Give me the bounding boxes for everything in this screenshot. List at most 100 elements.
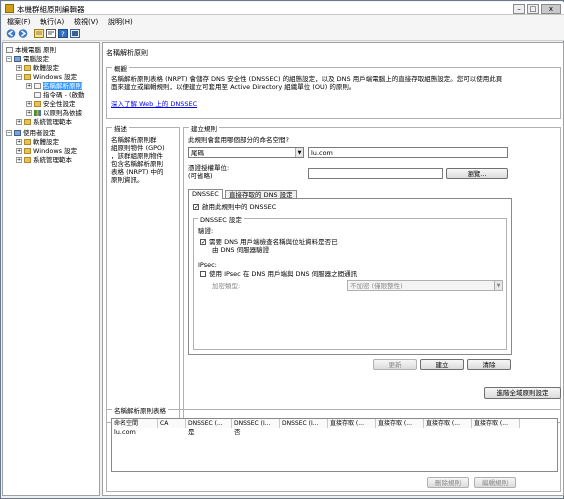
tree-item-u-software[interactable]: + 軟體設定 — [16, 138, 59, 147]
enable-dnssec-checkbox[interactable]: ✓ 啟用此規則中的 DNSSEC — [193, 203, 276, 211]
svg-text:?: ? — [61, 31, 65, 39]
expand-icon[interactable]: + — [26, 110, 32, 116]
delete-rule-button[interactable]: 刪除規則 — [427, 477, 469, 488]
namespace-type-select[interactable]: 尾碼 ▼ — [188, 147, 304, 158]
require-validation-line-2: 由 DNS 伺服器驗證 — [212, 246, 270, 254]
app-window: 本機群組原則編輯器 – □ x 檔案(F) 執行(A) 檢視(V) 說明(H) … — [0, 0, 564, 499]
console-icon[interactable] — [70, 29, 80, 38]
nrpt-icon — [34, 83, 41, 89]
cell-namespace: lu.com — [114, 428, 136, 436]
browse-button[interactable]: 瀏覽... — [446, 168, 508, 179]
properties-icon[interactable] — [46, 29, 56, 38]
advanced-global-settings-button[interactable]: 進階全域原則設定 — [484, 387, 561, 399]
description-legend: 描述 — [112, 123, 129, 133]
tree-item-u-windows[interactable]: + Windows 設定 — [16, 147, 77, 156]
show-tree-icon[interactable] — [34, 29, 44, 38]
checkbox-icon — [200, 271, 206, 277]
expand-icon[interactable]: + — [16, 139, 22, 145]
toolbar: ? — [2, 27, 564, 41]
folder-icon — [24, 65, 31, 71]
folder-icon — [34, 101, 41, 107]
column-header[interactable]: 命名空間 — [112, 419, 158, 428]
tree-item-root[interactable]: 本機電腦 原則 — [6, 46, 56, 55]
cert-authority-input[interactable] — [308, 168, 443, 179]
tree-item-c-software[interactable]: + 軟體設定 — [16, 64, 59, 73]
column-header[interactable]: CA — [158, 419, 186, 428]
expand-icon[interactable]: + — [16, 148, 22, 154]
description-line: ，該群組原則物件 — [111, 152, 163, 160]
description-line: 組原則物件 (GPO) — [111, 144, 165, 152]
column-header[interactable]: 直接存取 (... — [424, 419, 472, 428]
user-icon — [14, 130, 21, 136]
forward-arrow-icon[interactable] — [18, 29, 28, 38]
table-row[interactable]: lu.com 是 否 — [112, 428, 557, 437]
tree-item-c-windows[interactable]: − Windows 設定 — [16, 73, 77, 82]
cert-authority-label: 憑證授權單位: — [188, 164, 230, 172]
overview-line-1: 名稱解析原則表格 (NRPT) 會儲存 DNS 安全性 (DNSSEC) 的組態… — [111, 75, 503, 83]
close-button[interactable]: x — [541, 4, 561, 14]
expand-icon[interactable]: + — [26, 83, 32, 89]
back-arrow-icon[interactable] — [6, 29, 16, 38]
policy-icon — [6, 47, 13, 53]
minimize-button[interactable]: – — [513, 4, 525, 14]
overview-legend: 概觀 — [112, 63, 129, 73]
create-button[interactable]: 建立 — [420, 359, 464, 370]
help-icon[interactable]: ? — [58, 29, 68, 38]
tree-item-u-admin[interactable]: + 系統管理範本 — [16, 156, 72, 165]
collapse-icon[interactable]: − — [6, 56, 12, 62]
namespace-input[interactable]: lu.com — [308, 147, 508, 158]
app-icon — [5, 4, 14, 13]
expand-icon[interactable]: + — [16, 119, 22, 125]
tree-item-c-admin[interactable]: + 系統管理範本 — [16, 118, 72, 127]
edit-rule-button[interactable]: 編輯規則 — [474, 477, 516, 488]
validation-label: 驗證: — [198, 227, 214, 235]
column-header[interactable]: 直接存取 (... — [376, 419, 424, 428]
console-tree: 本機電腦 原則 − 電腦設定 + 軟體設定 − Windows 設定 + 名稱解析原則 … — [2, 42, 100, 496]
menu-bar: 檔案(F) 執行(A) 檢視(V) 說明(H) — [2, 15, 564, 27]
column-header[interactable]: 直接存取 (... — [472, 419, 520, 428]
tree-item-computer[interactable]: − 電腦設定 — [6, 55, 49, 64]
tree-item-c-scripts[interactable]: 指令碼 - (啟動 — [34, 91, 85, 100]
namespace-question: 此規則會套用哪個部分的命名空間? — [188, 136, 289, 144]
window-title: 本機群組原則編輯器 — [17, 5, 85, 14]
expand-icon[interactable]: + — [26, 101, 32, 107]
require-validation-checkbox[interactable]: ✓ 需要 DNS 用戶端檢查名稱與位址資料是否已 — [200, 238, 338, 246]
column-header[interactable]: DNSSEC (I... — [232, 419, 280, 428]
create-rule-group: 建立規則 此規則會套用哪個部分的命名空間? 尾碼 ▼ lu.com 憑證授權單位:… — [183, 123, 561, 423]
expand-icon[interactable]: + — [16, 157, 22, 163]
maximize-button[interactable]: □ — [527, 4, 539, 14]
folder-icon — [24, 119, 31, 125]
encryption-type-label: 加密類型: — [212, 282, 241, 290]
chevron-down-icon: ▼ — [494, 281, 502, 290]
checkmark-icon: ✓ — [193, 204, 200, 211]
nrpt-table[interactable]: 命名空間 CA DNSSEC (... DNSSEC (I... DNSSEC … — [111, 418, 558, 472]
column-header[interactable]: DNSSEC (... — [186, 419, 232, 428]
nrpt-table-legend: 名稱解析原則表格 — [112, 405, 168, 415]
collapse-icon[interactable]: − — [16, 74, 22, 80]
cert-optional-label: (可省略) — [188, 172, 213, 180]
menu-action[interactable]: 執行(A) — [40, 17, 64, 27]
cell-dnssec-enabled: 是 — [188, 428, 195, 436]
use-ipsec-checkbox[interactable]: 使用 IPsec 在 DNS 用戶端與 DNS 伺服器之間通訊 — [200, 270, 357, 278]
details-pane: 名稱解析原則 概觀 名稱解析原則表格 (NRPT) 會儲存 DNS 安全性 (D… — [102, 42, 564, 496]
tab-dnssec[interactable]: DNSSEC — [188, 189, 223, 199]
tree-item-user[interactable]: − 使用者設定 — [6, 129, 56, 138]
encryption-type-select[interactable]: 不加密 (僅限整性) ▼ — [347, 280, 503, 291]
menu-file[interactable]: 檔案(F) — [7, 17, 31, 27]
folder-icon — [24, 74, 31, 80]
update-button[interactable]: 更新 — [373, 359, 417, 370]
column-header[interactable]: 直接存取 (... — [328, 419, 376, 428]
tree-item-c-security[interactable]: + 安全性設定 — [26, 100, 76, 109]
tree-item-c-nrpt[interactable]: + 名稱解析原則 — [26, 82, 82, 91]
menu-view[interactable]: 檢視(V) — [74, 17, 98, 27]
clear-button[interactable]: 清除 — [467, 359, 511, 370]
column-header[interactable]: DNSSEC (I... — [280, 419, 328, 428]
ipsec-label: IPsec: — [198, 261, 217, 269]
collapse-icon[interactable]: − — [6, 130, 12, 136]
menu-help[interactable]: 說明(H) — [108, 17, 133, 27]
expand-icon[interactable]: + — [16, 65, 22, 71]
page-title: 名稱解析原則 — [106, 49, 148, 57]
learn-dnssec-link[interactable]: 深入了解 Web 上的 DNSSEC — [111, 100, 197, 108]
title-bar: 本機群組原則編輯器 – □ x — [2, 2, 564, 15]
tree-item-c-qos[interactable]: + 以原則為依據 — [26, 109, 82, 118]
